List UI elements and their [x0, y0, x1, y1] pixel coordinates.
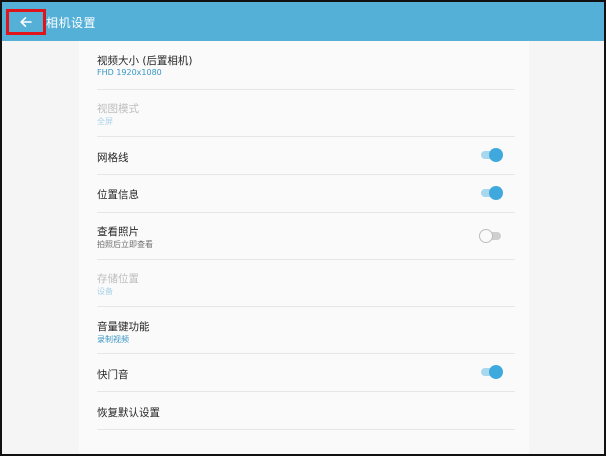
setting-value: FHD 1920x1080 — [97, 68, 162, 77]
setting-label: 位置信息 — [97, 189, 139, 201]
setting-description: 拍照后立即查看 — [97, 240, 153, 249]
setting-value: 录制视频 — [97, 335, 129, 344]
arrow-left-icon — [20, 17, 32, 27]
grid-lines-toggle[interactable] — [481, 148, 503, 162]
setting-label: 存储位置 — [97, 273, 139, 285]
setting-value: 设备 — [97, 287, 113, 296]
back-button[interactable] — [6, 9, 46, 35]
app-window: 相机设置 视频大小 (后置相机) FHD 1920x1080 视图模式 全屏 网… — [0, 0, 606, 456]
setting-video-size[interactable]: 视频大小 (后置相机) FHD 1920x1080 — [97, 41, 515, 90]
location-toggle[interactable] — [481, 186, 503, 200]
setting-shutter-sound[interactable]: 快门音 — [97, 354, 515, 392]
setting-label: 视图模式 — [97, 103, 139, 115]
toggle-knob — [489, 186, 503, 200]
setting-location[interactable]: 位置信息 — [97, 175, 515, 213]
setting-grid-lines[interactable]: 网格线 — [97, 137, 515, 175]
setting-volume-key[interactable]: 音量键功能 录制视频 — [97, 307, 515, 354]
page-title: 相机设置 — [46, 16, 97, 30]
setting-view-mode: 视图模式 全屏 — [97, 90, 515, 137]
setting-storage: 存储位置 设备 — [97, 260, 515, 307]
settings-panel: 视频大小 (后置相机) FHD 1920x1080 视图模式 全屏 网格线 位置… — [79, 41, 529, 454]
setting-review-photo[interactable]: 查看照片 拍照后立即查看 — [97, 213, 515, 260]
setting-label: 查看照片 — [97, 226, 139, 238]
toggle-knob — [489, 365, 503, 379]
shutter-sound-toggle[interactable] — [481, 365, 503, 379]
toggle-knob — [479, 229, 493, 243]
setting-value: 全屏 — [97, 117, 113, 126]
setting-reset-defaults[interactable]: 恢复默认设置 — [97, 392, 515, 430]
app-bar: 相机设置 — [2, 2, 604, 41]
setting-label: 视频大小 (后置相机) — [97, 55, 193, 67]
setting-label: 网格线 — [97, 152, 129, 164]
setting-label: 音量键功能 — [97, 321, 150, 333]
toggle-knob — [489, 148, 503, 162]
setting-label: 快门音 — [97, 369, 129, 381]
setting-label: 恢复默认设置 — [97, 407, 160, 419]
review-photo-toggle[interactable] — [479, 229, 503, 243]
